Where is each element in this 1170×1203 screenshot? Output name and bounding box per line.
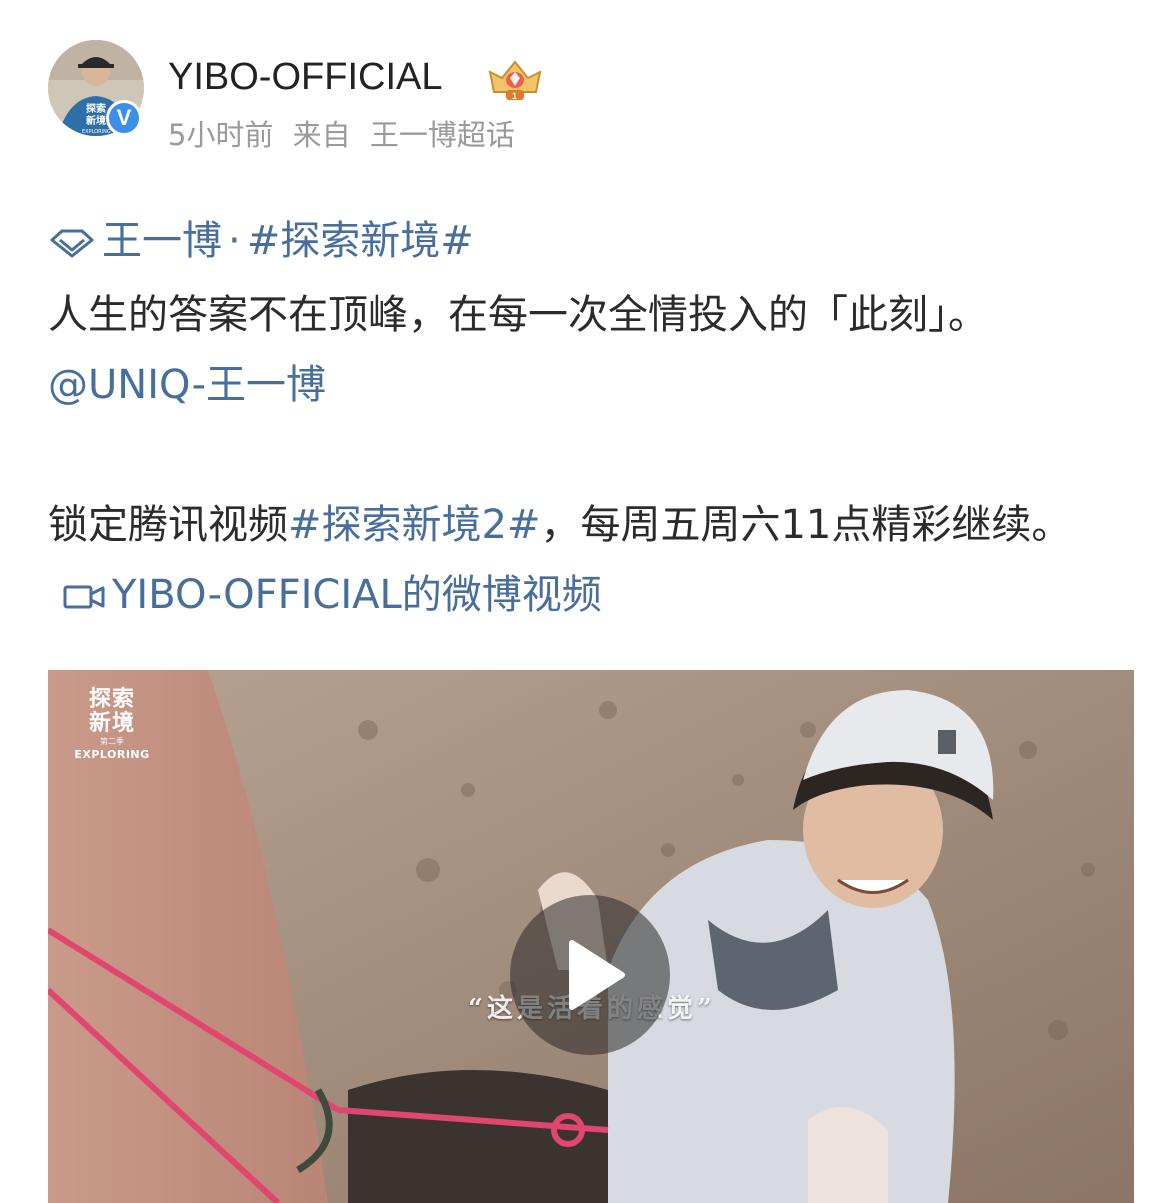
content-line-1: 人生的答案不在顶峰，在每一次全情投入的「此刻」。 xyxy=(48,292,988,338)
play-button[interactable] xyxy=(510,895,670,1055)
avatar-text-3: EXPLORING xyxy=(82,129,111,135)
show-logo: 探索 新境 第二季 EXPLORING xyxy=(72,688,152,762)
show-logo-sub: 第二季 xyxy=(100,737,124,746)
hashtag-link[interactable]: #探索新境2# xyxy=(288,502,540,548)
mention-link[interactable]: @UNIQ-王一博 xyxy=(48,362,326,408)
content-line-2-prefix: 锁定腾讯视频 xyxy=(48,502,288,548)
topic-hashtag[interactable]: #探索新境# xyxy=(247,218,474,264)
post-content: 人生的答案不在顶峰，在每一次全情投入的「此刻」。 @UNIQ-王一博 锁定腾讯视频… xyxy=(48,280,1123,630)
crown-badge-icon[interactable]: 1 xyxy=(486,58,544,102)
username[interactable]: YIBO-OFFICIAL xyxy=(168,56,442,99)
play-icon xyxy=(569,940,625,1010)
content-paragraph-2: 锁定腾讯视频#探索新境2#，每周五周六11点精彩继续。 YIBO-OFFICIA… xyxy=(48,490,1123,630)
post-source[interactable]: 王一博超话 xyxy=(370,118,515,152)
content-line-2-suffix: ，每周五周六11点精彩继续。 xyxy=(540,502,1072,548)
video-camera-icon xyxy=(63,585,105,609)
topic-name[interactable]: 王一博 xyxy=(102,218,222,264)
source-prefix: 来自 xyxy=(292,118,351,152)
show-logo-line-2: 新境 xyxy=(88,711,135,736)
topic-line: 王一博 · #探索新境# xyxy=(48,208,474,266)
content-paragraph-1: 人生的答案不在顶峰，在每一次全情投入的「此刻」。 @UNIQ-王一博 xyxy=(48,280,1123,420)
verified-mark: V xyxy=(116,105,132,130)
topic-separator: · xyxy=(228,218,241,264)
avatar-text-2: 新境 xyxy=(86,114,106,127)
video-link[interactable]: YIBO-OFFICIAL的微博视频 xyxy=(112,572,602,618)
video-thumbnail[interactable]: 探索 新境 第二季 EXPLORING “这是活着的感觉” xyxy=(48,670,1134,1203)
show-logo-line-1: 探索 xyxy=(88,687,135,712)
diamond-icon xyxy=(50,229,94,258)
post-meta: 5小时前 来自 王一博超话 xyxy=(168,112,515,154)
verified-badge: V xyxy=(106,100,142,136)
avatar-text-1: 探索 xyxy=(86,102,106,115)
show-logo-en: EXPLORING xyxy=(74,748,150,761)
svg-text:1: 1 xyxy=(512,91,517,101)
post-time: 5小时前 xyxy=(168,118,274,152)
post-header: 探索 新境 EXPLORING V YIBO-OFFICIAL 1 5小时前 来… xyxy=(48,40,1128,152)
